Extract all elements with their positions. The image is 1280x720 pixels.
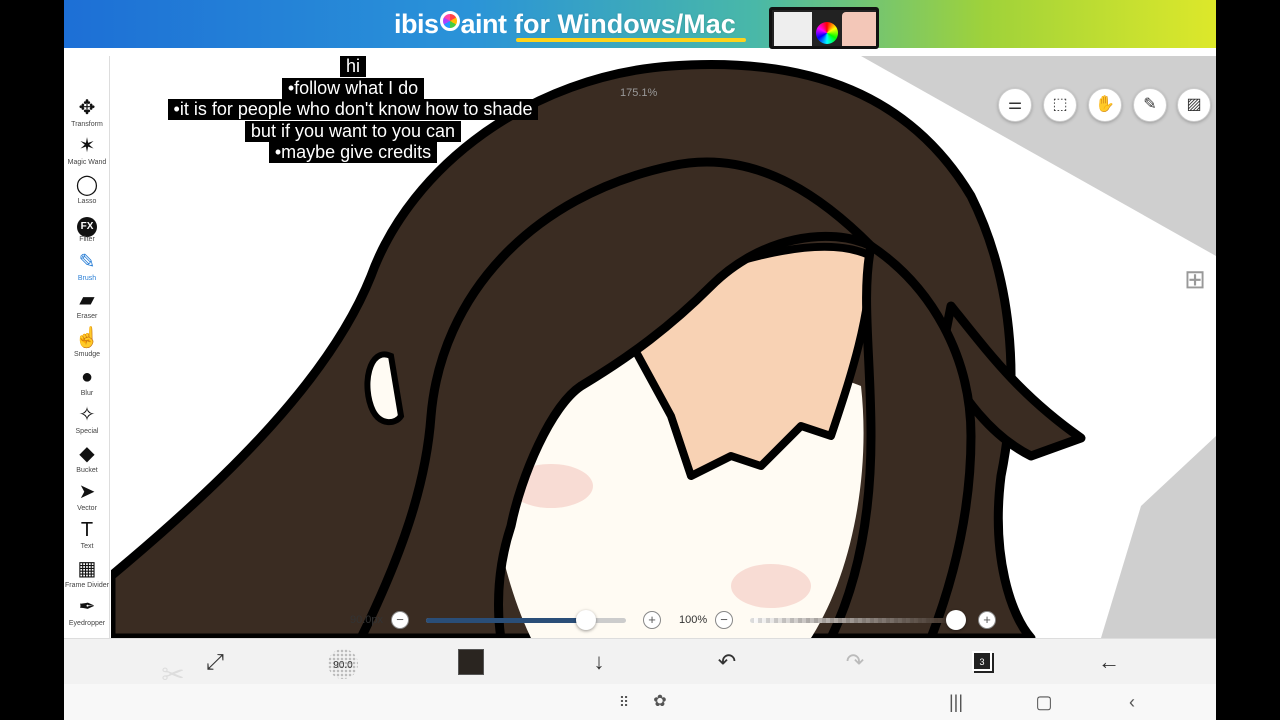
color-swatch-button[interactable] bbox=[458, 649, 484, 675]
size-decrease-button[interactable]: − bbox=[391, 611, 409, 629]
tool-label: Transform bbox=[71, 121, 103, 128]
brush-tool-switch-icon[interactable]: ⤢ bbox=[200, 647, 230, 677]
special-icon: ✧ bbox=[78, 404, 96, 427]
smudge-icon: ☝ bbox=[74, 327, 100, 350]
ibispaint-app: ibis aint for Windows/Mac hi •follow wha… bbox=[64, 0, 1216, 720]
tool-filter[interactable]: FX Filter bbox=[64, 211, 110, 249]
brand-prefix: ibis bbox=[394, 9, 439, 39]
system-back-icon[interactable]: ‹ bbox=[1120, 690, 1144, 714]
image-icon[interactable]: ▨ bbox=[1177, 88, 1211, 122]
tool-label: Bucket bbox=[76, 466, 98, 474]
hand-icon[interactable]: ✋ bbox=[1088, 88, 1122, 122]
tool-label: Blur bbox=[80, 389, 94, 397]
tool-palette: ✥ Transform ✶ Magic Wand ◯ Lasso FX Filter ✎ Brus… bbox=[64, 56, 110, 682]
frame-divider-icon: ▦ bbox=[77, 557, 97, 580]
tagline-underline bbox=[516, 38, 746, 42]
tool-smudge[interactable]: ☝ Smudge bbox=[64, 326, 110, 364]
caption-line: •it is for people who don't know how to … bbox=[167, 99, 539, 120]
tool-label: Frame Divider bbox=[65, 581, 109, 589]
capcut-watermark-icon: ✂ bbox=[161, 659, 185, 690]
eraser-icon: ▰ bbox=[79, 289, 95, 311]
banner-thumbnail bbox=[769, 7, 879, 49]
caption-line: •maybe give credits bbox=[268, 142, 438, 163]
thumbnail-artwork bbox=[842, 12, 876, 46]
brush-icon: ✎ bbox=[78, 250, 96, 273]
tool-vector[interactable]: ➤ Vector bbox=[64, 480, 110, 518]
magic-wand-icon: ✶ bbox=[78, 135, 96, 158]
app-avatar-icon[interactable]: ✿ bbox=[648, 690, 672, 714]
transform-icon: ✥ bbox=[78, 97, 96, 119]
back-arrow-icon[interactable]: ← bbox=[1094, 647, 1124, 677]
zoom-indicator: 175.1% bbox=[620, 87, 658, 99]
tool-label: Magic Wand bbox=[67, 159, 107, 167]
tool-bucket[interactable]: ◆ Bucket bbox=[64, 442, 110, 480]
tool-label: Smudge bbox=[73, 351, 101, 359]
download-arrow-icon[interactable]: ↓ bbox=[584, 647, 614, 677]
recent-apps-icon[interactable]: ||| bbox=[944, 690, 968, 714]
filter-icon: FX bbox=[64, 211, 110, 238]
text-icon: T bbox=[80, 519, 94, 542]
caption-overlay: hi •follow what I do •it is for people w… bbox=[130, 56, 576, 164]
grid-menu-icon[interactable]: ⊞ bbox=[1178, 262, 1212, 296]
vector-icon: ➤ bbox=[78, 481, 96, 503]
tool-label: Lasso bbox=[77, 197, 97, 205]
bottom-toolbar: ⤢ 90.0 ↓ ↶ ↷ 3 ← bbox=[64, 638, 1216, 684]
brush-slider-row: 90.0px − + 100% − + bbox=[64, 606, 1216, 636]
opacity-increase-button[interactable]: + bbox=[978, 611, 996, 629]
ibispaint-logo: ibis aint bbox=[394, 9, 507, 40]
layers-button[interactable]: 3 bbox=[972, 651, 992, 671]
app-drawer-icon[interactable]: ⠿ bbox=[612, 690, 636, 714]
undo-icon[interactable]: ↶ bbox=[712, 647, 742, 677]
home-icon[interactable]: ▢ bbox=[1032, 690, 1056, 714]
bucket-icon: ◆ bbox=[79, 442, 95, 465]
color-wheel-icon bbox=[816, 22, 838, 44]
tool-blur[interactable]: ● Blur bbox=[64, 365, 110, 403]
banner-tagline: for Windows/Mac bbox=[514, 9, 736, 39]
size-increase-button[interactable]: + bbox=[643, 611, 661, 629]
tool-label: Eraser bbox=[76, 313, 98, 320]
tool-brush[interactable]: ✎ Brush bbox=[64, 250, 110, 288]
blur-icon: ● bbox=[80, 365, 94, 388]
system-nav-bar: ⠿ ✿ ||| ▢ ‹ bbox=[64, 684, 1216, 720]
brush-size-value: 90.0px bbox=[350, 614, 384, 626]
opacity-slider-handle[interactable] bbox=[946, 610, 966, 630]
pen-icon[interactable]: ✎ bbox=[1133, 88, 1167, 122]
tool-special[interactable]: ✧ Special bbox=[64, 403, 110, 441]
caption-line: hi bbox=[339, 56, 366, 77]
tool-transform[interactable]: ✥ Transform bbox=[64, 96, 110, 134]
caption-line: but if you want to you can bbox=[244, 120, 462, 142]
opacity-slider-fill bbox=[750, 618, 956, 623]
tool-label: Filter bbox=[79, 236, 95, 244]
tool-frame-divider[interactable]: ▦ Frame Divider bbox=[64, 557, 110, 595]
opacity-decrease-button[interactable]: − bbox=[715, 611, 733, 629]
redo-icon[interactable]: ↷ bbox=[840, 647, 870, 677]
brand-suffix: aint bbox=[460, 9, 508, 39]
thumbnail-panel bbox=[774, 12, 812, 46]
caption-line: •follow what I do bbox=[281, 77, 425, 99]
selection-icon[interactable]: ⬚ bbox=[1043, 88, 1077, 122]
ad-banner[interactable]: ibis aint for Windows/Mac bbox=[64, 0, 1216, 49]
lasso-icon: ◯ bbox=[75, 173, 99, 196]
tool-magic-wand[interactable]: ✶ Magic Wand bbox=[64, 134, 110, 172]
tool-text[interactable]: T Text bbox=[64, 518, 110, 556]
tool-label: Vector bbox=[77, 505, 97, 512]
tool-label: Brush bbox=[77, 274, 97, 282]
tool-label: Text bbox=[80, 543, 94, 551]
brush-size-label: 90.0 bbox=[333, 660, 353, 671]
tool-label: Special bbox=[75, 428, 99, 436]
opacity-value: 100% bbox=[679, 614, 708, 626]
tool-lasso[interactable]: ◯ Lasso bbox=[64, 173, 110, 211]
size-slider-handle[interactable] bbox=[576, 610, 596, 630]
toggle-icon[interactable]: ⚌ bbox=[998, 88, 1032, 122]
size-slider-fill bbox=[426, 618, 586, 623]
tool-eraser[interactable]: ▰ Eraser bbox=[64, 288, 110, 326]
brush-size-button[interactable]: 90.0 bbox=[328, 649, 358, 679]
palette-logo-icon bbox=[439, 11, 460, 31]
